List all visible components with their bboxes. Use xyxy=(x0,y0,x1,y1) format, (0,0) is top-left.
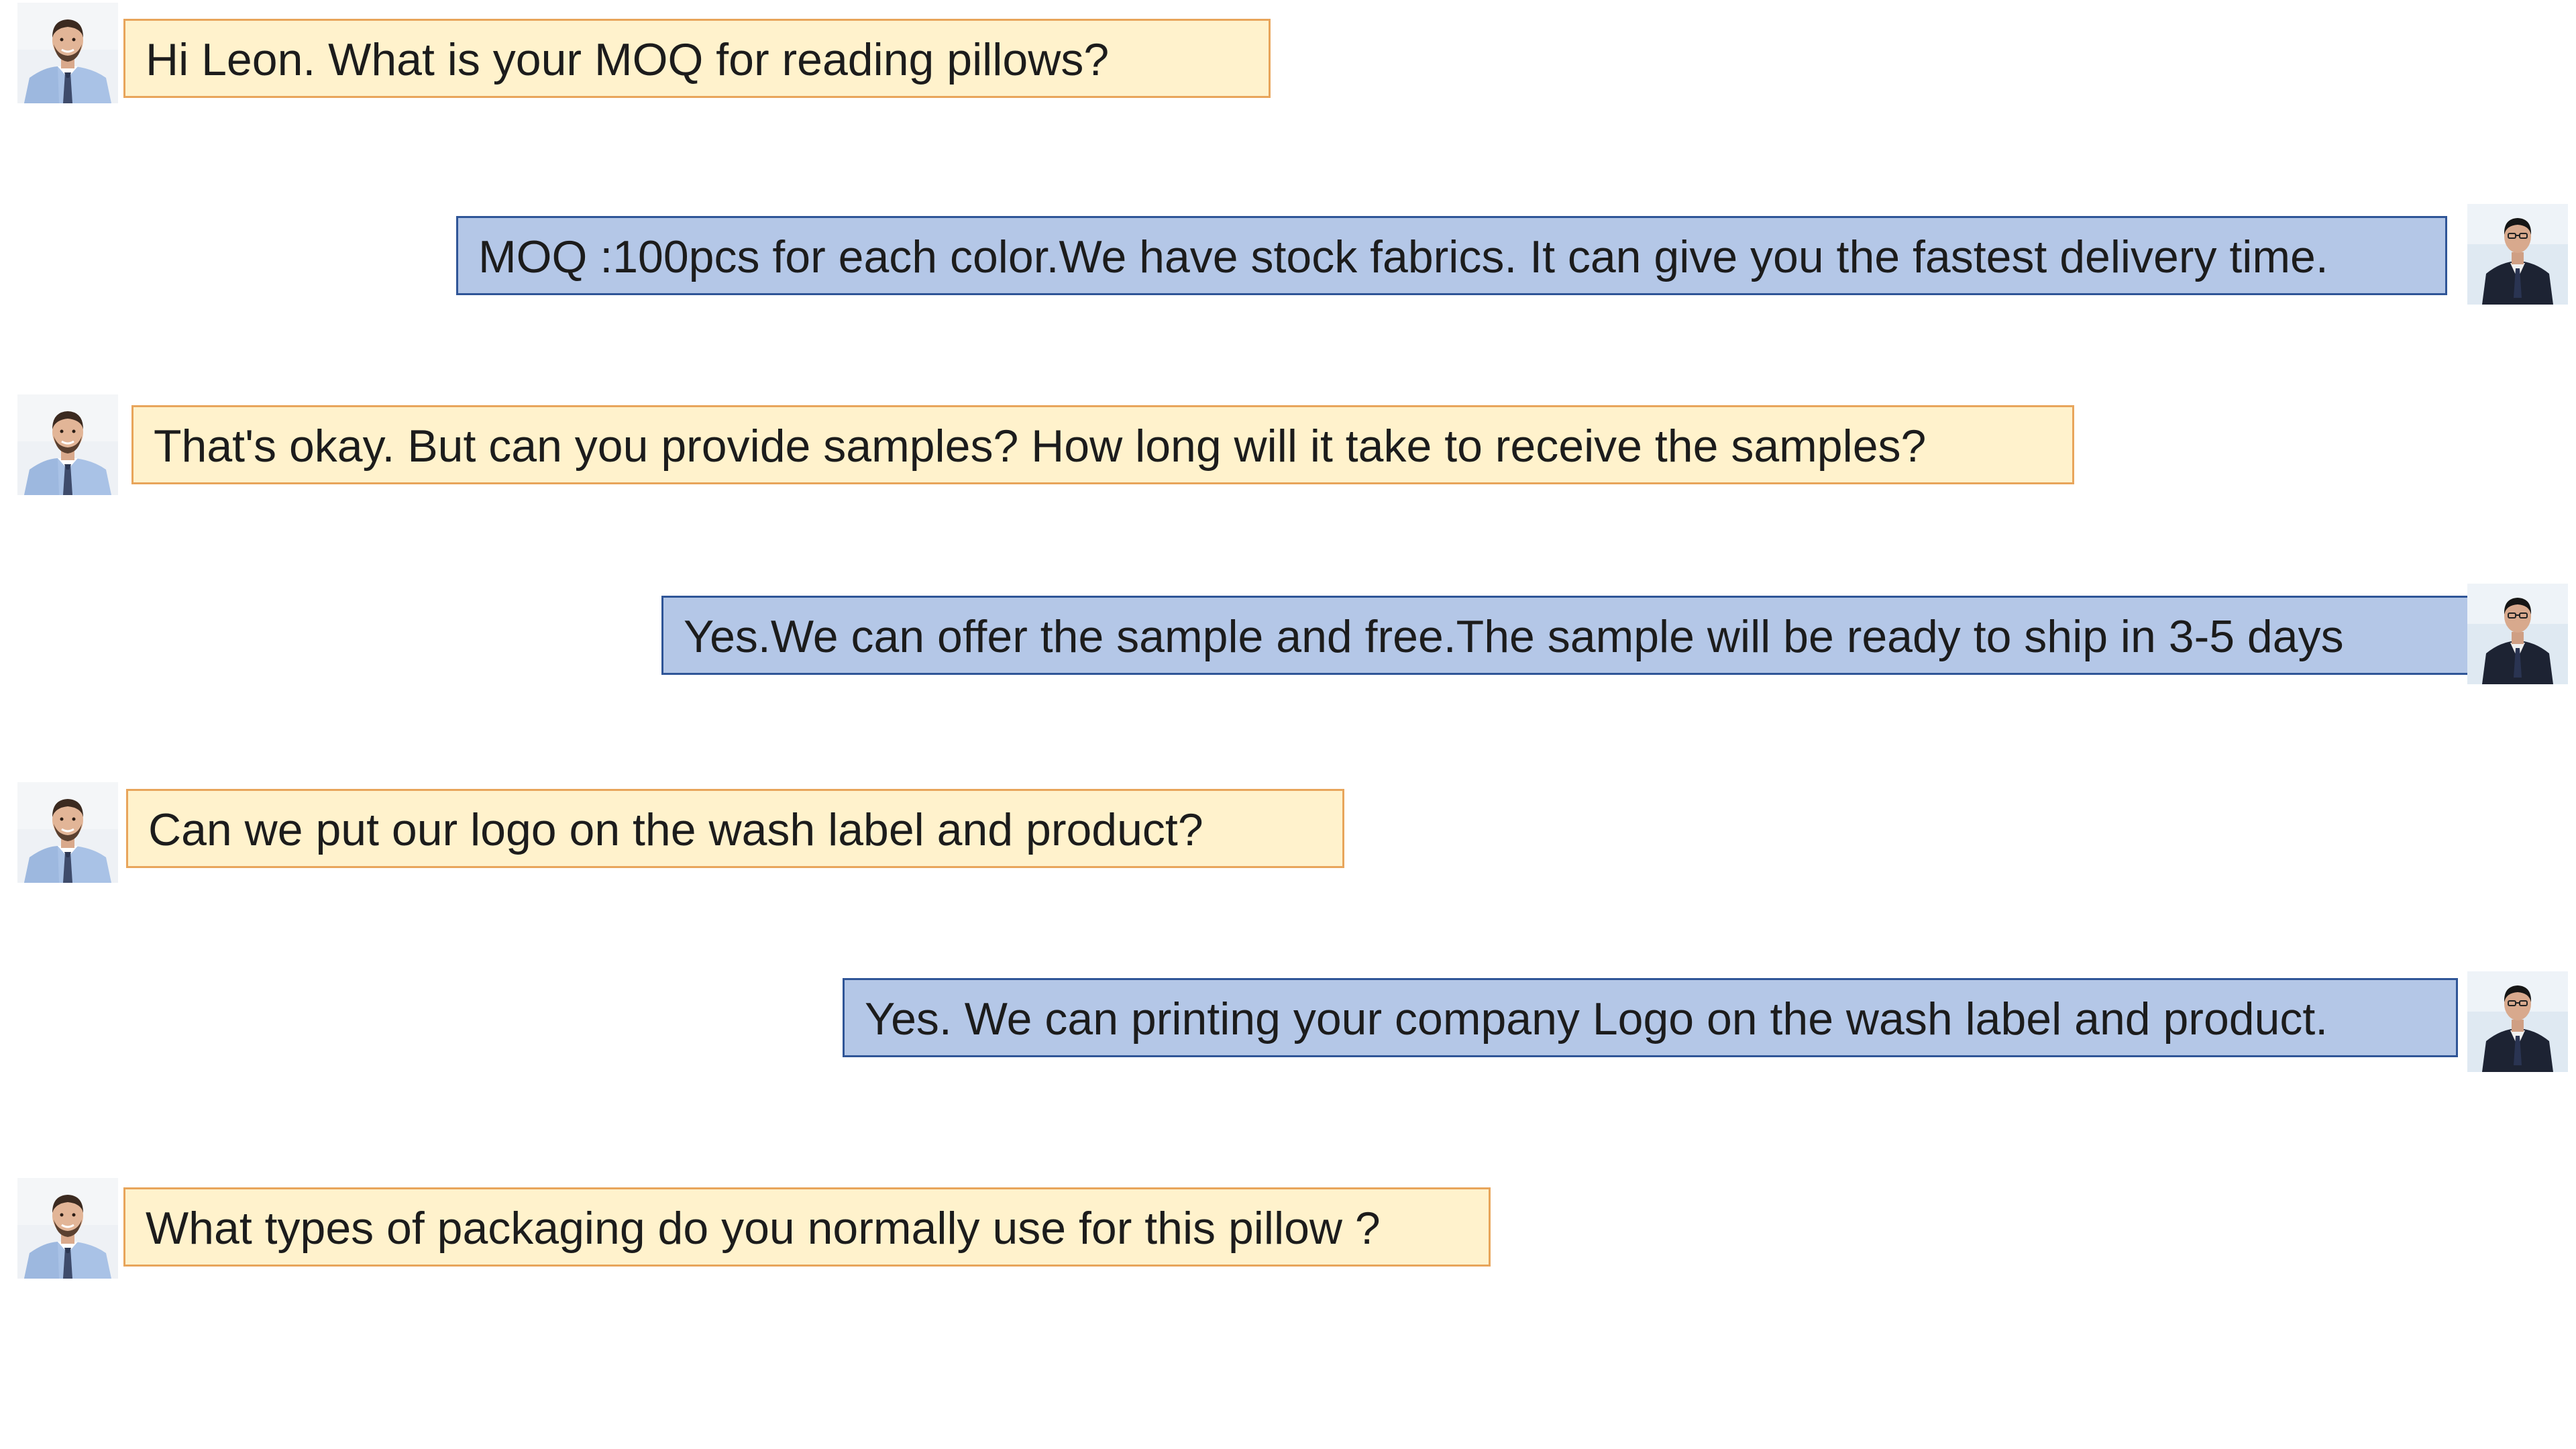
customer-avatar-icon xyxy=(17,394,118,495)
agent-message-bubble: MOQ :100pcs for each color.We have stock… xyxy=(456,216,2447,295)
customer-avatar-icon xyxy=(17,3,118,103)
agent-message-bubble: Yes.We can offer the sample and free.The… xyxy=(661,596,2470,675)
customer-avatar-icon xyxy=(17,1178,118,1279)
agent-avatar-icon xyxy=(2467,971,2568,1072)
customer-message-bubble: What types of packaging do you normally … xyxy=(123,1187,1491,1267)
customer-message-bubble: Can we put our logo on the wash label an… xyxy=(126,789,1344,868)
agent-avatar-icon xyxy=(2467,584,2568,684)
customer-message-bubble: That's okay. But can you provide samples… xyxy=(131,405,2074,484)
customer-message-bubble: Hi Leon. What is your MOQ for reading pi… xyxy=(123,19,1271,98)
customer-avatar-icon xyxy=(17,782,118,883)
agent-message-bubble: Yes. We can printing your company Logo o… xyxy=(843,978,2458,1057)
agent-avatar-icon xyxy=(2467,204,2568,305)
